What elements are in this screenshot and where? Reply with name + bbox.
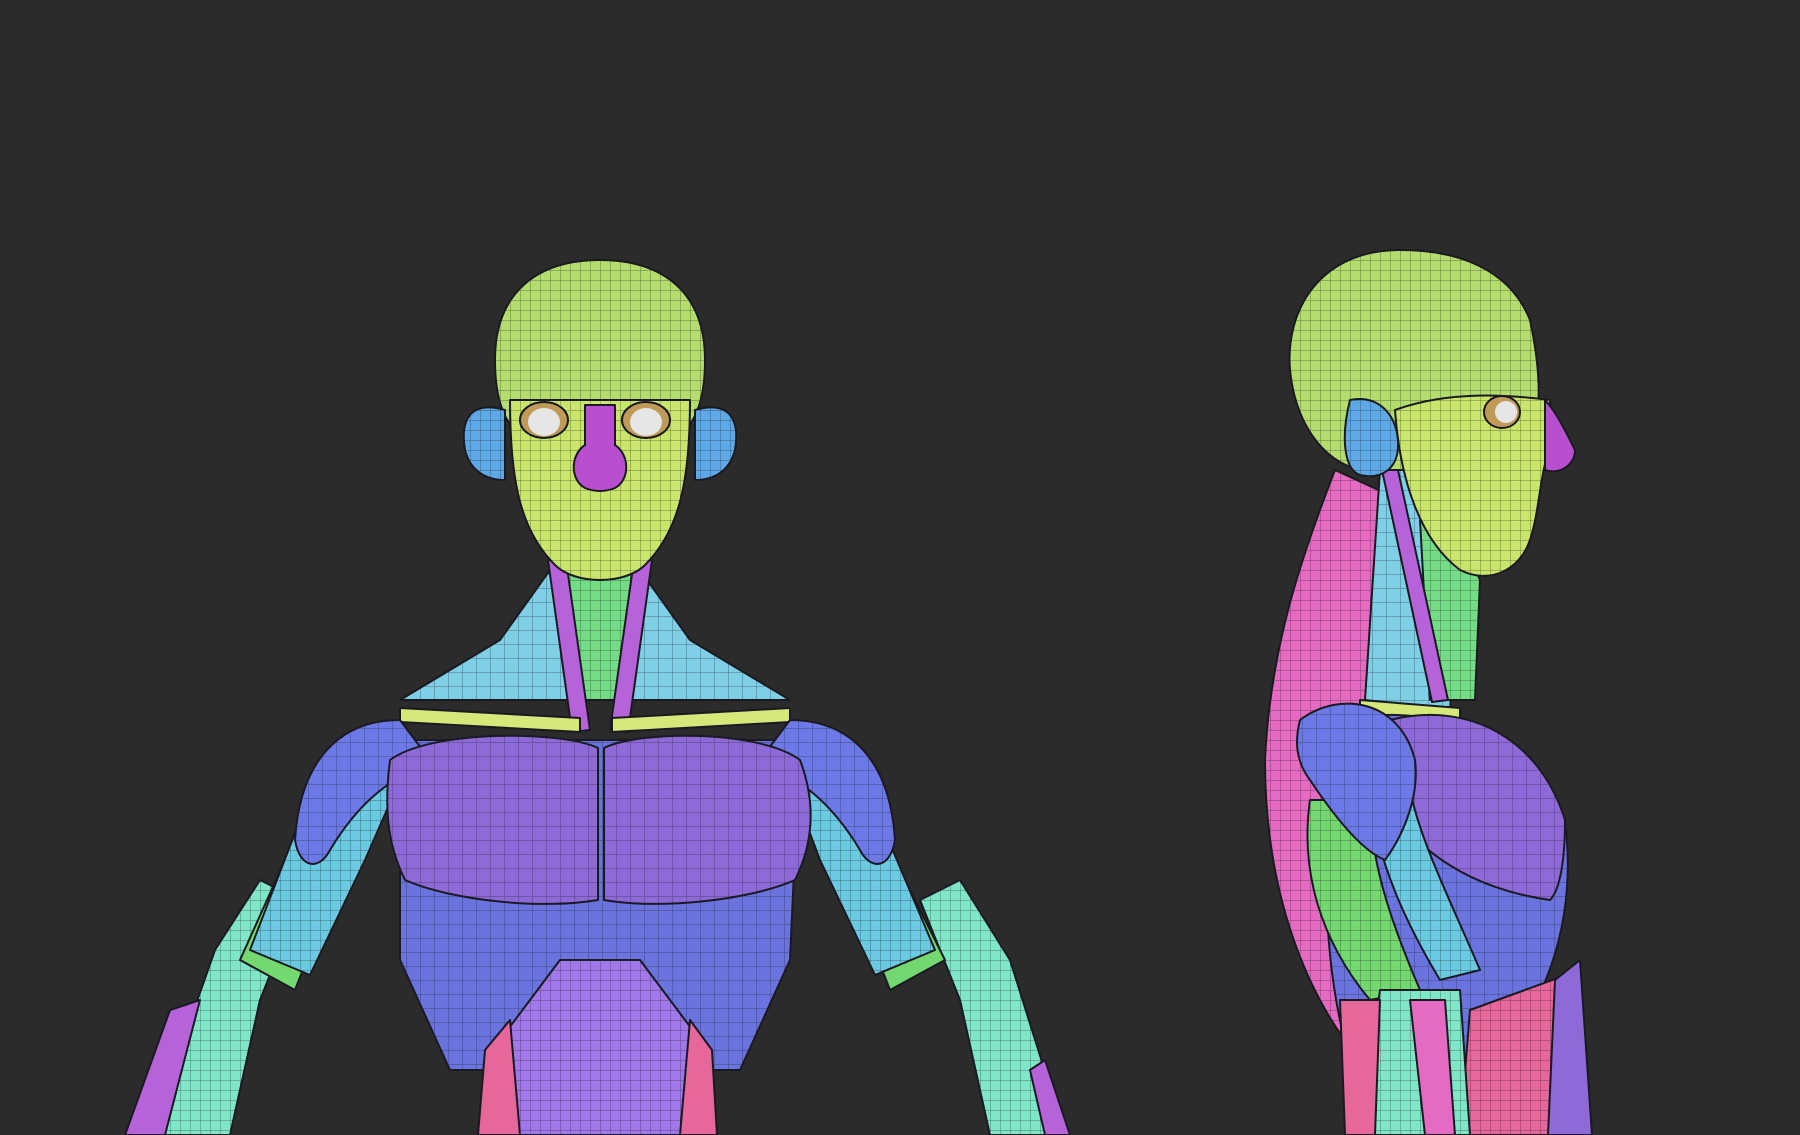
viewport-canvas[interactable]: [0, 0, 1800, 1135]
front-view-model[interactable]: [124, 259, 1071, 1135]
front-neck[interactable]: [399, 559, 791, 733]
side-forearm[interactable]: [1339, 989, 1471, 1135]
3d-viewport[interactable]: [0, 0, 1800, 1135]
side-eye[interactable]: [1483, 395, 1521, 429]
front-right-forearm[interactable]: [919, 879, 1071, 1135]
side-nose[interactable]: [1544, 399, 1576, 473]
front-clavicles[interactable]: [399, 707, 791, 733]
front-pectorals[interactable]: [386, 734, 812, 905]
side-view-model[interactable]: [1264, 249, 1593, 1135]
